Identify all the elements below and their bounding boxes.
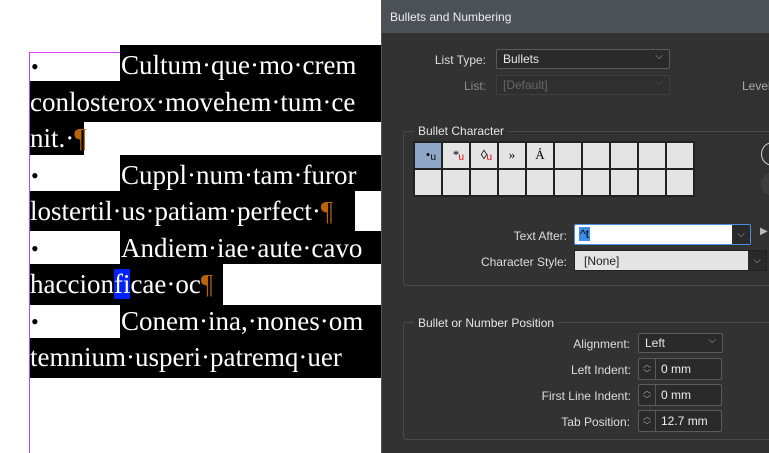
stepper-arrows-icon[interactable]: ︿ ﹀ (639, 359, 656, 379)
pilcrow-mark: ¶ (74, 123, 87, 153)
bullet-cell-empty[interactable] (638, 169, 666, 196)
stepper-arrows-icon[interactable]: ︿ ﹀ (639, 411, 656, 431)
alignment-value: Left (645, 336, 666, 350)
bullet-cell-empty[interactable] (554, 142, 582, 169)
tab-position-value: 12.7 mm (661, 414, 708, 428)
text-run: haccion (30, 269, 114, 299)
character-style-label: Character Style: (480, 255, 567, 269)
chevron-down-icon: ⌵ (655, 77, 663, 88)
text-line[interactable]: temnium·usperi·patremq·uer (30, 339, 342, 375)
text-line[interactable]: haccionficae·oc¶ (30, 266, 213, 302)
tab-position-stepper[interactable]: ︿ ﹀ 12.7 mm (638, 410, 722, 432)
bullets-and-numbering-dialog: Bullets and Numbering List Type: Bullets… (381, 0, 769, 453)
list-type-select[interactable]: Bullets ⌵ (496, 49, 670, 69)
list-select: [Default] ⌵ (496, 75, 670, 95)
left-indent-label: Left Indent: (570, 363, 631, 377)
pilcrow-mark: ¶ (320, 196, 334, 226)
bullet-cell[interactable]: * u (442, 142, 470, 169)
text-line[interactable]: conlosterox·movehem·tum·ce (30, 84, 355, 120)
bullet-cell-empty[interactable] (582, 169, 610, 196)
bullet-glyph: • (31, 163, 39, 188)
bullet-cell-empty[interactable] (638, 142, 666, 169)
text-line[interactable]: nit.·¶ (30, 120, 86, 156)
bullet-cell-empty[interactable] (554, 169, 582, 196)
bullet-glyph: • (31, 309, 39, 334)
text-run: cae·oc (130, 269, 201, 299)
bullet-cell[interactable]: Ả (526, 142, 554, 169)
bullet-cell-empty[interactable] (442, 169, 470, 196)
pilcrow-mark: ¶ (200, 269, 214, 299)
bullet-character-grid: • u * u ◊ u » Ả (413, 141, 695, 197)
character-style-value: [None] (584, 254, 620, 268)
text-frame-edge (29, 52, 120, 53)
bullet-glyph: » (508, 147, 516, 162)
bullet-cell-empty[interactable] (526, 169, 554, 196)
alignment-label: Alignment: (573, 337, 630, 351)
first-line-indent-label: First Line Indent: (541, 389, 631, 403)
text-after-input[interactable]: ^t ⌵ (574, 224, 751, 245)
alignment-select[interactable]: Left ⌵ (638, 333, 723, 353)
text-line[interactable]: Conem·ina,·nones·om (121, 303, 363, 339)
bullet-cell-empty[interactable] (582, 142, 610, 169)
bullet-cell-empty[interactable] (666, 169, 694, 196)
chevron-down-icon[interactable]: ⌵ (732, 225, 750, 244)
document-page[interactable]: • • • • Cultum·que·mo·crem conlosterox·m… (0, 0, 381, 453)
level-label: Level (742, 79, 769, 93)
chevron-down-icon: ⌵ (708, 335, 716, 346)
text-line[interactable]: Cuppl·num·tam·furor (121, 157, 356, 193)
list-type-label: List Type: (434, 53, 486, 67)
first-line-indent-stepper[interactable]: ︿ ﹀ 0 mm (638, 384, 722, 406)
unicode-marker: u (486, 152, 492, 163)
bullet-cell-empty[interactable] (610, 142, 638, 169)
unicode-marker: u (458, 152, 464, 163)
bullet-cell-empty[interactable] (414, 169, 442, 196)
character-style-select[interactable]: [None] ⌵ (574, 250, 767, 271)
chevron-down-icon: ⌵ (655, 51, 663, 62)
tab-position-label: Tab Position: (561, 415, 630, 429)
left-indent-stepper[interactable]: ︿ ﹀ 0 mm (638, 358, 722, 380)
bullet-glyph: Ả (535, 147, 545, 162)
bullet-cell-empty[interactable] (610, 169, 638, 196)
list-label: List: (463, 79, 486, 93)
text-run: nit.· (30, 123, 75, 153)
bullet-cell-empty[interactable] (498, 169, 526, 196)
bullet-cell-empty[interactable] (470, 169, 498, 196)
play-arrow-icon[interactable]: ▶ (760, 226, 768, 237)
bullet-cell[interactable]: » (498, 142, 526, 169)
bullet-cell[interactable]: ◊ u (470, 142, 498, 169)
bullet-character-title: Bullet Character (414, 124, 509, 138)
left-indent-value: 0 mm (661, 362, 691, 376)
text-after-value: ^t (579, 227, 590, 241)
dialog-title: Bullets and Numbering (390, 10, 512, 24)
bullet-cell[interactable]: • u (414, 142, 442, 169)
dialog-titlebar[interactable]: Bullets and Numbering (382, 0, 769, 33)
text-line[interactable]: Cultum·que·mo·crem (121, 47, 356, 83)
text-after-label: Text After: (513, 229, 567, 243)
unicode-marker: u (430, 152, 436, 163)
position-title: Bullet or Number Position (414, 316, 559, 330)
text-cursor-selection: fi (113, 269, 131, 299)
list-type-value: Bullets (503, 52, 540, 66)
chevron-down-icon: ⌵ (748, 251, 766, 270)
bullet-glyph: • (31, 236, 39, 261)
text-line[interactable]: lostertil·us·patiam·perfect·¶ (30, 193, 333, 229)
stepper-arrows-icon[interactable]: ︿ ﹀ (639, 385, 656, 405)
text-line[interactable]: Andiem·iae·aute·cavo (121, 230, 362, 266)
bullet-cell-empty[interactable] (666, 142, 694, 169)
list-value: [Default] (503, 78, 548, 92)
bullet-glyph: • (31, 54, 39, 79)
text-run: lostertil·us·patiam·perfect· (30, 196, 321, 226)
first-line-indent-value: 0 mm (661, 388, 691, 402)
